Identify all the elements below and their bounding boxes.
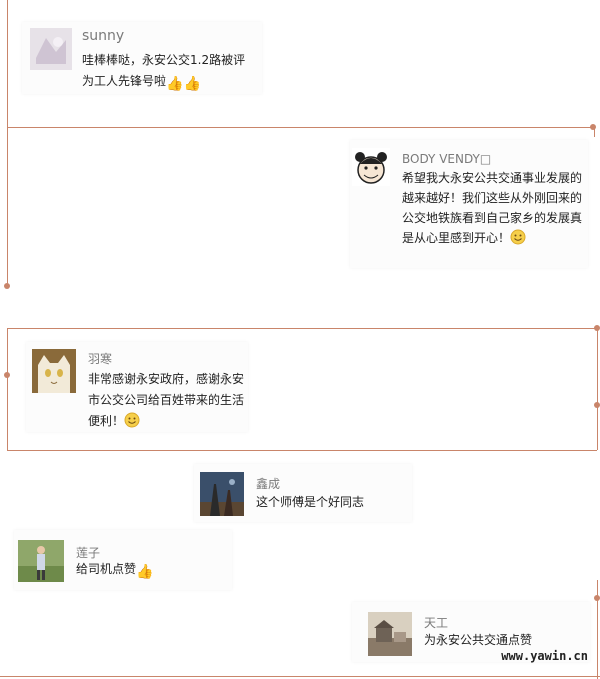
comment-body: 给司机点赞 [76, 562, 137, 576]
timeline-dot [594, 595, 600, 601]
comment-author[interactable]: 鑫成 [256, 475, 280, 492]
avatar[interactable] [18, 540, 64, 582]
smile-icon [124, 412, 140, 428]
comment-body: 希望我大永安公共交通事业发展的越来越好！我们这些从外刚回来的公交地铁族看到自己家… [402, 171, 583, 245]
timeline-dot [590, 124, 596, 130]
timeline-dot [4, 283, 10, 289]
comment-body: 哇棒棒哒，永安公交1.2路被评为工人先锋号啦 [82, 53, 246, 88]
timeline-line [7, 127, 593, 128]
comment-author[interactable]: BODY VENDY□ [402, 152, 491, 166]
comment-author[interactable]: 羽寒 [88, 350, 112, 367]
comment-text: 哇棒棒哒，永安公交1.2路被评为工人先锋号啦👍👍 [82, 50, 257, 95]
avatar[interactable] [30, 28, 72, 70]
timeline-line [7, 450, 597, 451]
comment-text: 这个师傅是个好同志 [256, 492, 406, 513]
timeline-line [7, 328, 8, 450]
comment-body: 为永安公共交通点赞 [424, 633, 533, 647]
comment-author[interactable]: 天工 [424, 614, 448, 631]
watermark: www.yawin.cn [501, 649, 588, 663]
timeline-line [7, 0, 8, 286]
comment-text: 希望我大永安公共交通事业发展的越来越好！我们这些从外刚回来的公交地铁族看到自己家… [402, 168, 584, 248]
comment-author[interactable]: sunny [82, 28, 124, 44]
avatar[interactable] [352, 148, 390, 186]
avatar[interactable] [368, 612, 412, 656]
thumbs-up-icon: 👍 [136, 564, 154, 580]
timeline-line [7, 328, 597, 329]
timeline-line [0, 676, 600, 677]
comment-text: 为永安公共交通点赞 [424, 630, 574, 651]
comment-text: 给司机点赞👍 [76, 559, 226, 583]
timeline-line [594, 127, 595, 137]
comment-body: 这个师傅是个好同志 [256, 495, 365, 509]
thumbs-up-icon: 👍 [183, 76, 201, 92]
comment-body: 非常感谢永安政府，感谢永安市公交公司给百姓带来的生活便利！ [88, 372, 245, 428]
avatar[interactable] [32, 349, 76, 393]
timeline-dot [4, 372, 10, 378]
timeline-line [597, 328, 598, 450]
thumbs-up-icon: 👍 [166, 76, 184, 92]
comment-text: 非常感谢永安政府，感谢永安市公交公司给百姓带来的生活便利！ [88, 369, 246, 432]
smile-icon [510, 229, 526, 245]
avatar[interactable] [200, 472, 244, 516]
